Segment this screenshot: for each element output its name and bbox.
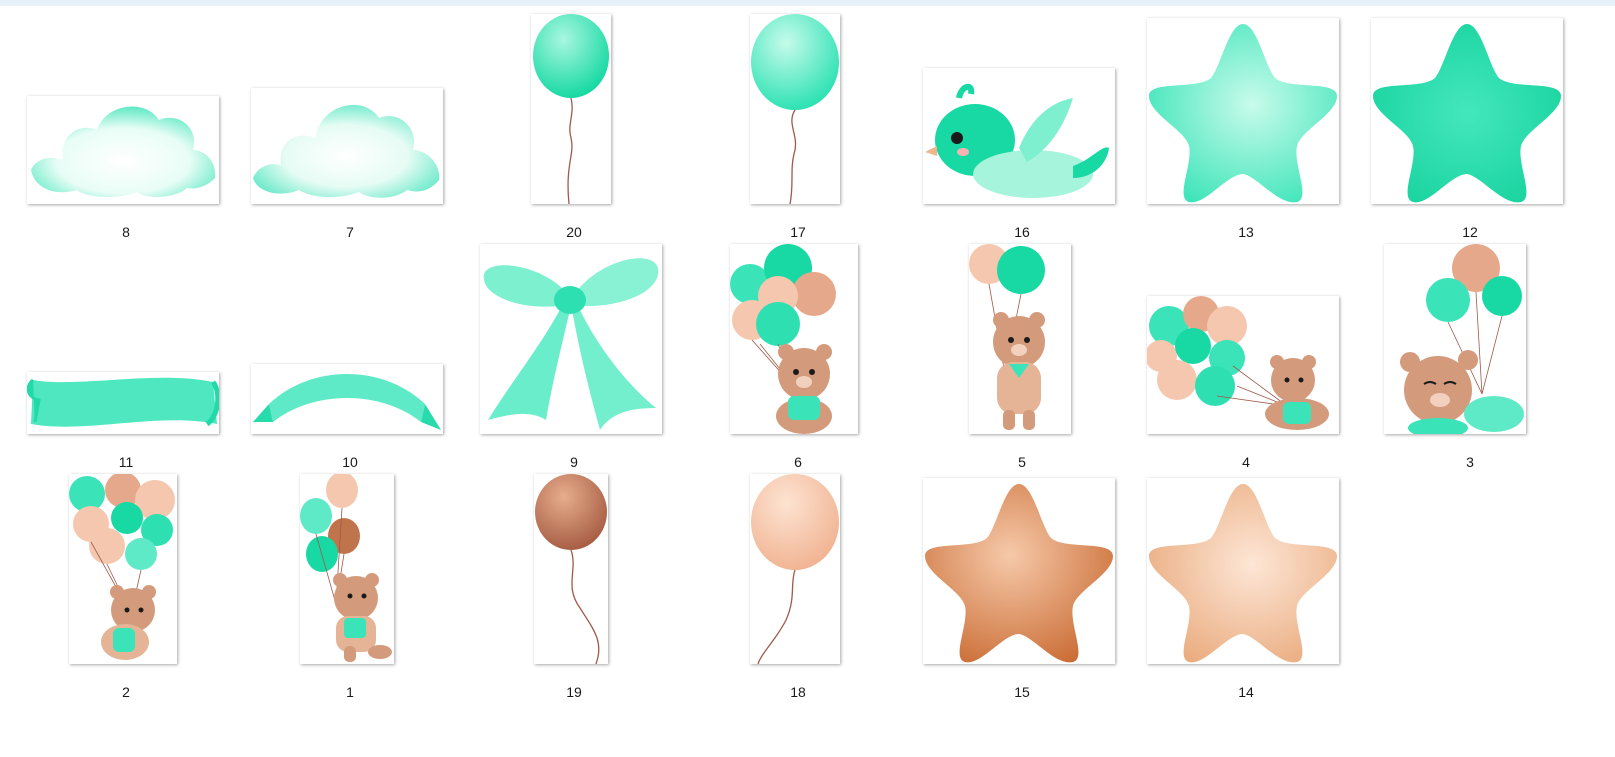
- file-item-5[interactable]: 5: [910, 240, 1134, 470]
- file-item-2[interactable]: 2: [14, 470, 238, 700]
- file-name: 11: [118, 454, 134, 470]
- file-name: 5: [1018, 454, 1026, 470]
- file-name: 4: [1242, 454, 1250, 470]
- file-name: 8: [122, 224, 130, 240]
- file-item-7[interactable]: 7: [238, 10, 462, 240]
- file-item-15[interactable]: 15: [910, 470, 1134, 700]
- file-item-14[interactable]: 14: [1134, 470, 1358, 700]
- file-item-3[interactable]: 3: [1358, 240, 1582, 470]
- file-name: 7: [346, 224, 354, 240]
- file-item-9[interactable]: 9: [462, 240, 686, 470]
- balloon-icon: [531, 14, 611, 204]
- bow-icon: [480, 244, 662, 434]
- bear-with-balloons-icon: [1384, 244, 1526, 434]
- file-name: 6: [794, 454, 802, 470]
- file-name: 14: [1238, 684, 1254, 700]
- ribbon-banner-icon: [251, 364, 443, 434]
- file-item-17[interactable]: 17: [686, 10, 910, 240]
- file-item-4[interactable]: 4: [1134, 240, 1358, 470]
- file-item-13[interactable]: 13: [1134, 10, 1358, 240]
- file-item-19[interactable]: 19: [462, 470, 686, 700]
- file-name: 15: [1014, 684, 1030, 700]
- star-icon: [923, 478, 1115, 664]
- file-name: 13: [1238, 224, 1254, 240]
- bear-with-balloons-icon: [1147, 296, 1339, 434]
- bear-with-balloons-icon: [730, 244, 858, 434]
- file-item-1[interactable]: 1: [238, 470, 462, 700]
- file-item-12[interactable]: 12: [1358, 10, 1582, 240]
- file-name: 3: [1466, 454, 1474, 470]
- file-name: 20: [566, 224, 582, 240]
- file-thumbnail-grid: 8 7 20 17 16 13 12 11 10 9 6 5 4 3 2 1 1…: [0, 0, 1615, 757]
- star-icon: [1147, 18, 1339, 204]
- file-name: 2: [122, 684, 130, 700]
- bear-with-balloons-icon: [69, 474, 177, 664]
- balloon-icon: [534, 474, 608, 664]
- file-item-18[interactable]: 18: [686, 470, 910, 700]
- cloud-icon: [27, 96, 219, 204]
- star-icon: [1371, 18, 1563, 204]
- ribbon-banner-icon: [27, 372, 219, 434]
- file-item-16[interactable]: 16: [910, 10, 1134, 240]
- file-name: 1: [346, 684, 354, 700]
- bird-icon: [923, 68, 1115, 204]
- file-item-20[interactable]: 20: [462, 10, 686, 240]
- file-item-8[interactable]: 8: [14, 10, 238, 240]
- file-item-10[interactable]: 10: [238, 240, 462, 470]
- file-name: 19: [566, 684, 582, 700]
- file-name: 12: [1462, 224, 1478, 240]
- file-name: 17: [790, 224, 806, 240]
- file-name: 18: [790, 684, 806, 700]
- file-item-11[interactable]: 11: [14, 240, 238, 470]
- file-item-6[interactable]: 6: [686, 240, 910, 470]
- file-name: 9: [570, 454, 578, 470]
- star-icon: [1147, 478, 1339, 664]
- balloon-icon: [750, 14, 840, 204]
- cloud-icon: [251, 88, 443, 204]
- bear-with-balloons-icon: [969, 244, 1071, 434]
- balloon-icon: [750, 474, 840, 664]
- bear-with-balloons-icon: [300, 474, 394, 664]
- file-name: 10: [342, 454, 358, 470]
- file-name: 16: [1014, 224, 1030, 240]
